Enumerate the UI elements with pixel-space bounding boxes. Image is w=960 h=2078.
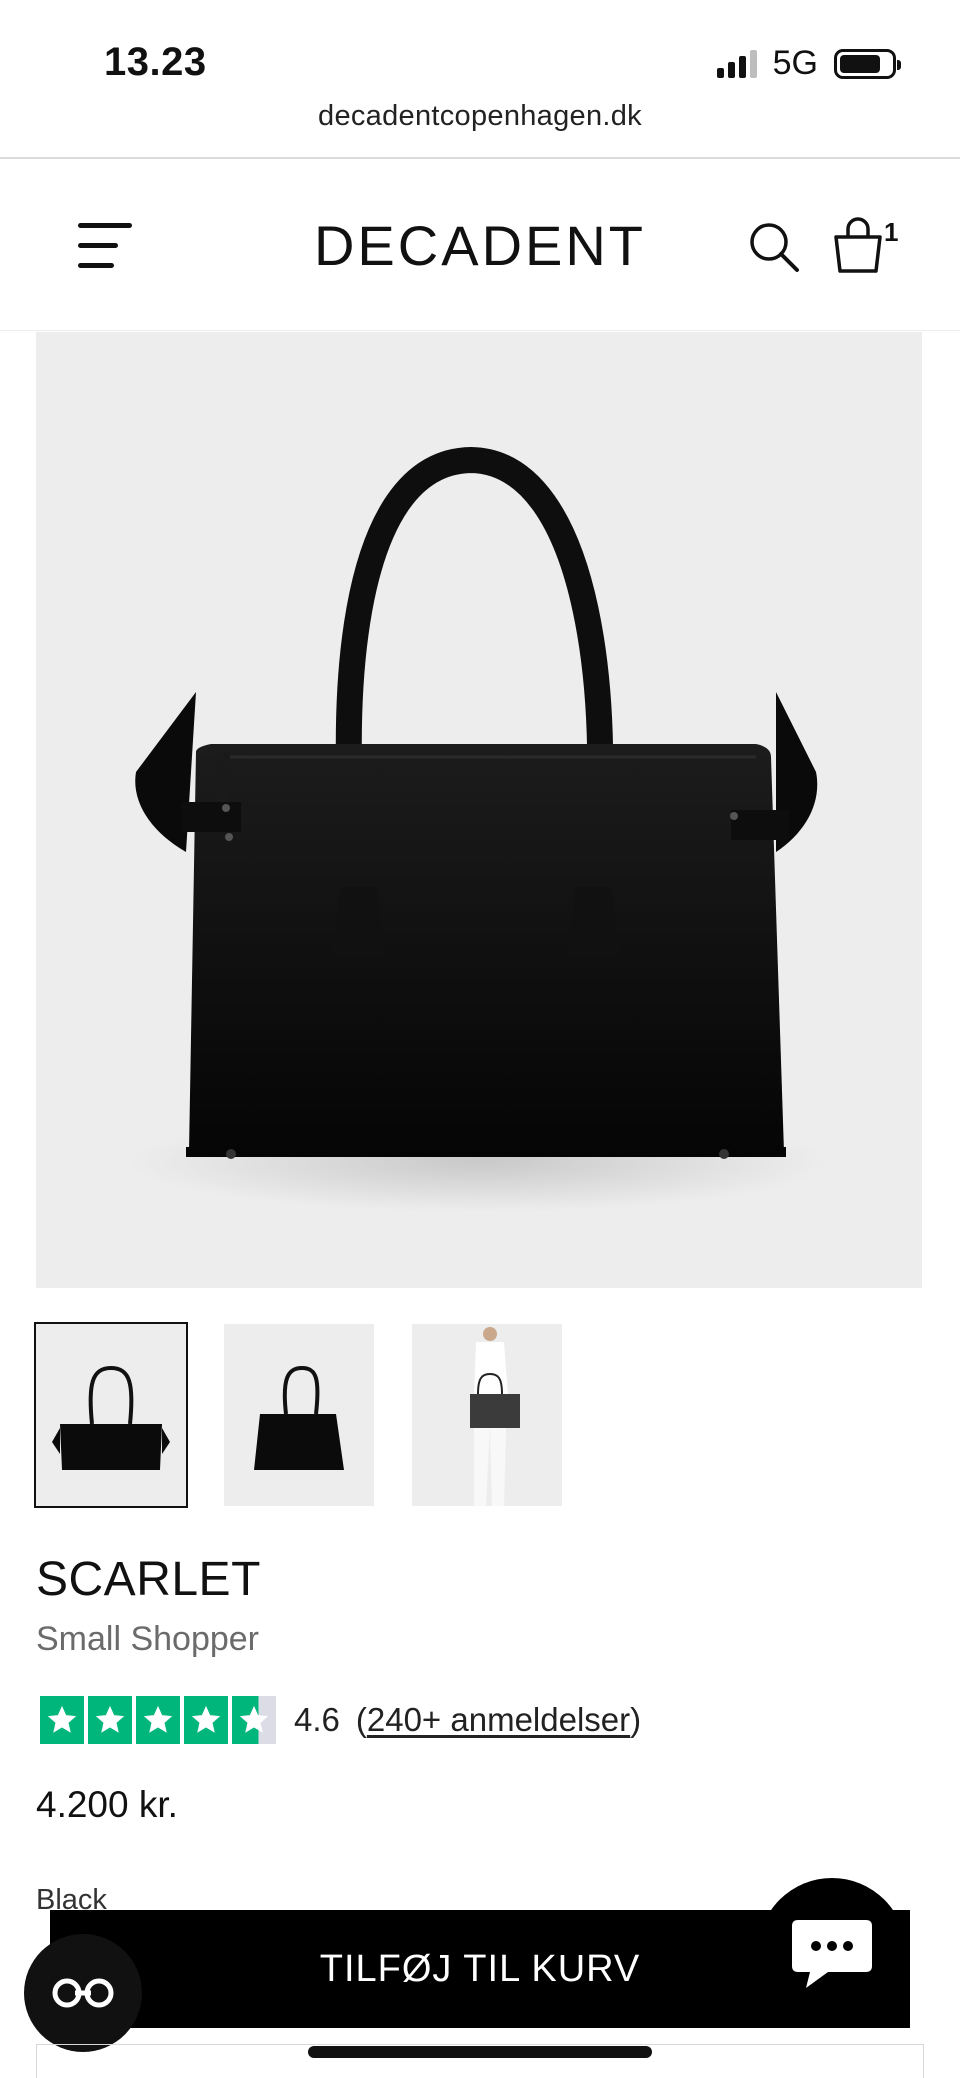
- reviews-link-text[interactable]: 240+ anmeldelser: [367, 1701, 630, 1738]
- chat-bubble-icon[interactable]: [758, 1878, 906, 2026]
- star-icon: [184, 1696, 228, 1744]
- rating-value: 4.6: [294, 1701, 340, 1738]
- star-icon: [88, 1696, 132, 1744]
- status-time: 13.23: [104, 40, 207, 84]
- star-icon: [136, 1696, 180, 1744]
- thumbnail-side[interactable]: [224, 1324, 374, 1506]
- product-name: SCARLET: [36, 1553, 261, 1606]
- product-main-image[interactable]: [36, 332, 922, 1288]
- home-indicator[interactable]: [308, 2046, 652, 2058]
- reviews-link[interactable]: (240+ anmeldelser): [356, 1701, 641, 1739]
- signal-icon: [716, 49, 757, 78]
- battery-icon: [834, 48, 901, 79]
- thumbnail-strip: [34, 1322, 562, 1508]
- star-icon: [40, 1696, 84, 1744]
- reviews-paren-close: ): [630, 1701, 642, 1738]
- status-bar: 13.23 5G: [0, 0, 960, 100]
- star-half-icon: [232, 1696, 276, 1744]
- thumbnail-model[interactable]: [412, 1324, 562, 1506]
- search-icon[interactable]: [748, 221, 800, 273]
- network-type: 5G: [772, 44, 818, 82]
- site-header: DECADENT 1: [0, 159, 960, 331]
- thumbnail-front[interactable]: [34, 1322, 188, 1508]
- rating-row: 4.6 (240+ anmeldelser): [40, 1696, 641, 1744]
- glasses-icon[interactable]: [24, 1934, 142, 2052]
- status-indicators: 5G: [716, 44, 901, 83]
- cart-count-badge: 1: [884, 217, 899, 247]
- brand-logo[interactable]: DECADENT: [0, 213, 960, 278]
- product-subtitle: Small Shopper: [36, 1620, 260, 1658]
- trustpilot-stars: [40, 1696, 276, 1744]
- url-bar[interactable]: decadentcopenhagen.dk: [0, 100, 960, 133]
- reviews-paren-open: (: [355, 1701, 367, 1738]
- product-price: 4.200 kr.: [36, 1784, 178, 1825]
